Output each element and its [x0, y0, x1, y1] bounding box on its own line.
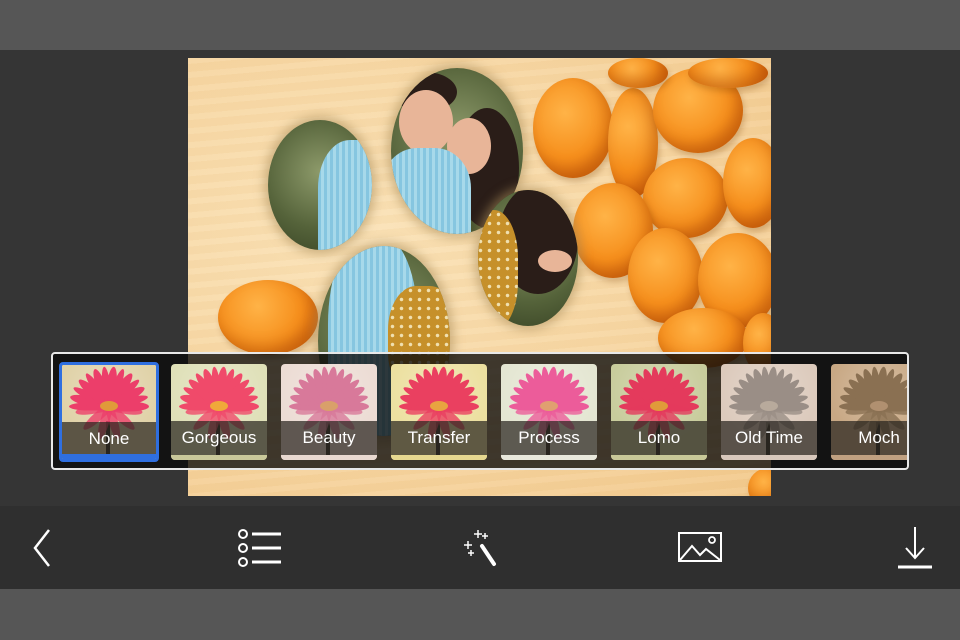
filter-label: Beauty [302, 428, 356, 447]
filter-label: Lomo [637, 428, 681, 447]
filter-label-bar: Lomo [611, 421, 707, 455]
filter-strip[interactable]: None Gorgeous Beauty Transfer Process Lomo Old… [51, 352, 909, 470]
filter-item-beauty[interactable]: Beauty [281, 364, 377, 460]
bottom-toolbar [0, 506, 960, 589]
collage-petal-right[interactable] [478, 190, 578, 326]
magic-wand-icon [464, 530, 496, 566]
download-icon [898, 527, 932, 569]
effects-button[interactable] [455, 523, 505, 573]
filter-item-old-time[interactable]: Old Time [721, 364, 817, 460]
filter-item-lomo[interactable]: Lomo [611, 364, 707, 460]
filter-label-bar: Beauty [281, 421, 377, 455]
top-bar [0, 0, 960, 50]
filter-label: Process [518, 428, 580, 447]
list-icon [238, 529, 281, 567]
filter-item-none[interactable]: None [59, 362, 159, 462]
filter-label: Transfer [407, 428, 471, 447]
filter-item-moch[interactable]: Moch [831, 364, 907, 460]
image-icon [678, 532, 722, 562]
filter-item-gorgeous[interactable]: Gorgeous [171, 364, 267, 460]
apricot-decoration [218, 280, 318, 355]
filter-label: Old Time [734, 428, 804, 447]
filter-label-bar: Process [501, 421, 597, 455]
back-button[interactable] [17, 523, 67, 573]
filter-label: Gorgeous [181, 428, 257, 447]
filter-label-bar: Transfer [391, 421, 487, 455]
apricot-decoration [688, 58, 768, 88]
background-image-button[interactable] [675, 523, 725, 573]
apricot-decoration [643, 158, 728, 238]
filter-label-bar: Gorgeous [171, 421, 267, 455]
apricot-decoration [608, 58, 668, 88]
frames-list-button[interactable] [234, 523, 284, 573]
bottom-bar [0, 589, 960, 640]
save-download-button[interactable] [890, 523, 940, 573]
filter-label: Moch [858, 428, 900, 447]
chevron-left-icon [33, 529, 50, 567]
apricot-decoration [533, 78, 613, 178]
filter-label-bar: Moch [831, 421, 907, 455]
filter-item-process[interactable]: Process [501, 364, 597, 460]
filter-label-bar: Old Time [721, 421, 817, 455]
filter-item-transfer[interactable]: Transfer [391, 364, 487, 460]
collage-petal-left[interactable] [268, 120, 372, 250]
photo-editor-app: None Gorgeous Beauty Transfer Process Lomo Old… [0, 0, 960, 640]
filter-label-bar: None [62, 422, 156, 456]
filter-label: None [88, 429, 130, 448]
